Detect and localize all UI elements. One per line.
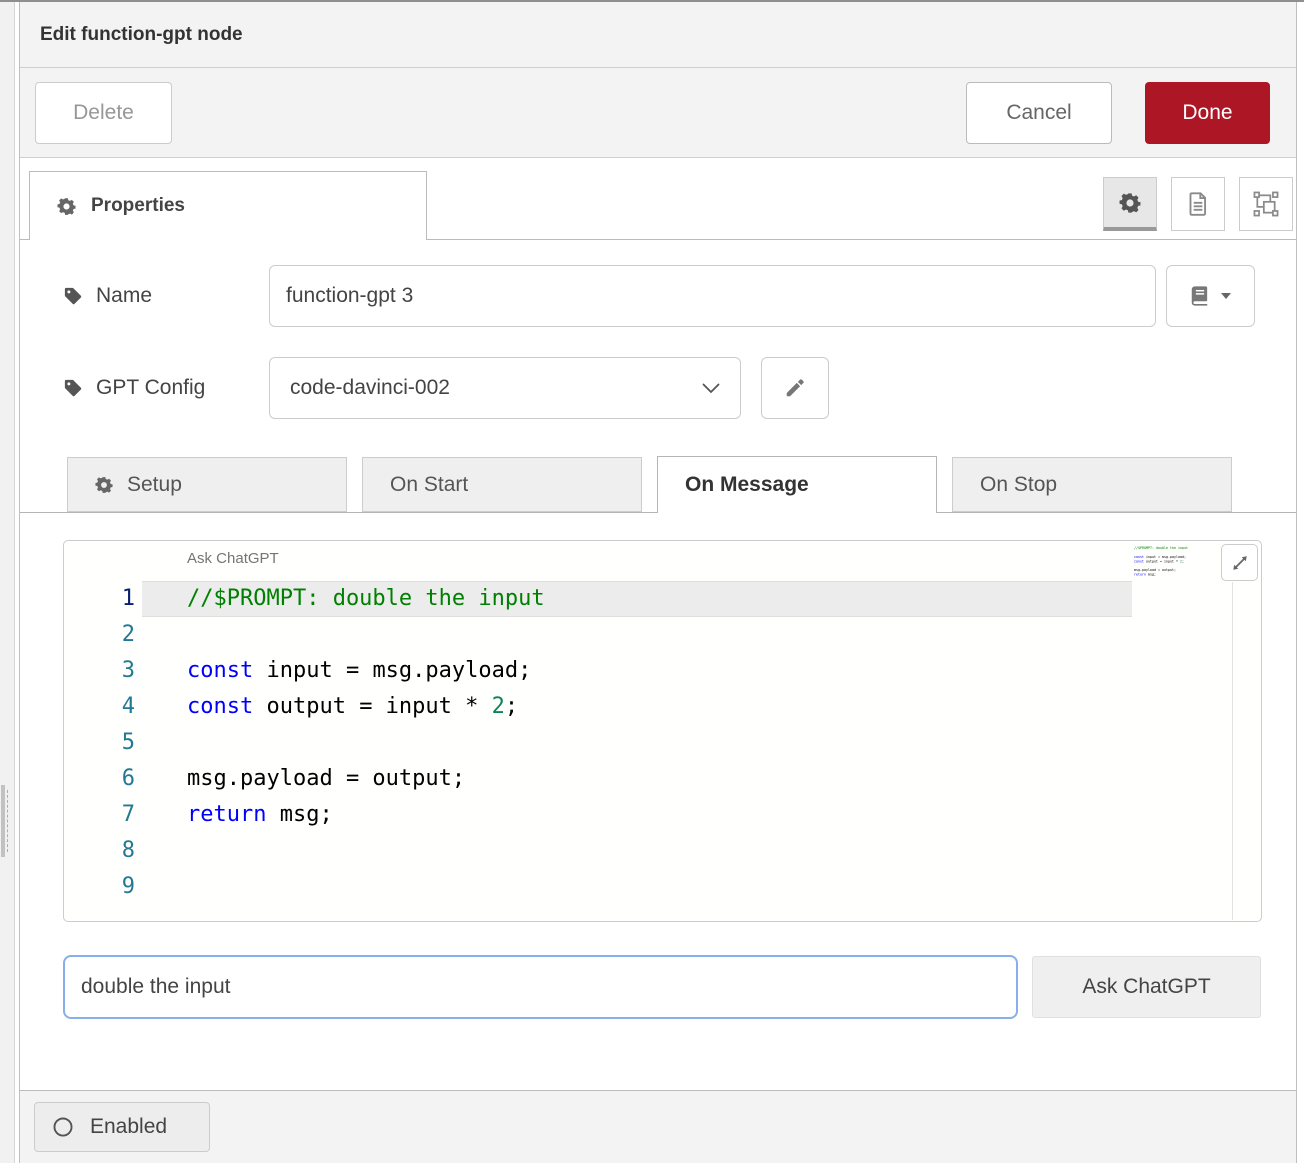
line-code: return msg; xyxy=(135,797,333,833)
tab-on-start-label: On Start xyxy=(390,473,468,497)
properties-tab-row: Properties xyxy=(20,158,1296,240)
name-field-row: Name xyxy=(63,265,1296,327)
line-code: //$PROMPT: double the input xyxy=(135,581,545,617)
line-number: 3 xyxy=(64,653,135,689)
line-code xyxy=(135,725,187,761)
tab-properties[interactable]: Properties xyxy=(29,171,427,240)
code-line-4[interactable]: 4const output = input * 2; xyxy=(64,689,1261,725)
edit-tray: Edit function-gpt node Delete Cancel Don… xyxy=(19,2,1297,1163)
gear-icon xyxy=(57,197,76,216)
tray-toolbar: Delete Cancel Done xyxy=(20,68,1296,158)
code-line-7[interactable]: 7return msg; xyxy=(64,797,1261,833)
workspace-edge xyxy=(0,2,15,1163)
chevron-down-icon xyxy=(702,383,720,394)
workspace-scrollbar[interactable] xyxy=(1,785,5,857)
gpt-config-selected-value: code-davinci-002 xyxy=(290,376,450,400)
tag-icon xyxy=(63,286,83,306)
edit-config-button[interactable] xyxy=(761,357,829,419)
appearance-button[interactable] xyxy=(1239,177,1293,231)
pencil-icon xyxy=(784,377,806,399)
codelens-ask-chatgpt[interactable]: Ask ChatGPT xyxy=(187,550,279,567)
group-selection-icon xyxy=(1253,191,1279,217)
done-button[interactable]: Done xyxy=(1145,82,1270,144)
function-tabs: Setup On Start On Message On Stop xyxy=(20,456,1296,513)
tab-on-message[interactable]: On Message xyxy=(657,456,937,513)
gear-icon xyxy=(95,476,113,494)
tab-on-stop-label: On Stop xyxy=(980,473,1057,497)
line-number: 7 xyxy=(64,797,135,833)
tab-setup-label: Setup xyxy=(127,473,182,497)
name-label: Name xyxy=(63,284,269,308)
line-number: 1 xyxy=(64,581,135,617)
edit-node-dialog: Edit function-gpt node Delete Cancel Don… xyxy=(0,0,1304,1163)
document-icon xyxy=(1186,191,1210,217)
library-button[interactable] xyxy=(1166,265,1255,327)
code-line-3[interactable]: 3const input = msg.payload; xyxy=(64,653,1261,689)
delete-button[interactable]: Delete xyxy=(35,82,172,144)
line-number: 4 xyxy=(64,689,135,725)
tab-on-start[interactable]: On Start xyxy=(362,457,642,512)
gpt-config-select[interactable]: code-davinci-002 xyxy=(269,357,741,419)
minimap-content: //$PROMPT: double the input const input … xyxy=(1134,546,1211,585)
properties-gear-button[interactable] xyxy=(1103,177,1157,231)
code-line-1[interactable]: 1//$PROMPT: double the input xyxy=(64,581,1261,617)
code-lines: 1//$PROMPT: double the input23const inpu… xyxy=(64,581,1261,905)
tray-body: Properties xyxy=(20,158,1296,1090)
name-label-text: Name xyxy=(96,284,152,308)
tray-header: Edit function-gpt node xyxy=(20,2,1296,68)
cancel-button[interactable]: Cancel xyxy=(966,82,1112,144)
prompt-row: Ask ChatGPT xyxy=(63,955,1296,1019)
enabled-label: Enabled xyxy=(90,1115,167,1139)
code-line-2[interactable]: 2 xyxy=(64,617,1261,653)
line-code: const input = msg.payload; xyxy=(135,653,531,689)
ask-chatgpt-button[interactable]: Ask ChatGPT xyxy=(1032,956,1261,1018)
line-code xyxy=(135,869,187,905)
enabled-toggle[interactable]: Enabled xyxy=(34,1102,210,1152)
line-code: msg.payload = output; xyxy=(135,761,465,797)
tab-on-message-label: On Message xyxy=(685,473,809,497)
code-line-8[interactable]: 8 xyxy=(64,833,1261,869)
line-code xyxy=(135,833,187,869)
gear-icon xyxy=(1119,192,1141,214)
caret-down-icon xyxy=(1220,292,1232,300)
tab-setup[interactable]: Setup xyxy=(67,457,347,512)
gpt-config-field-row: GPT Config code-davinci-002 xyxy=(63,357,1296,419)
line-number: 2 xyxy=(64,617,135,653)
name-input[interactable] xyxy=(269,265,1156,327)
line-number: 8 xyxy=(64,833,135,869)
code-line-6[interactable]: 6msg.payload = output; xyxy=(64,761,1261,797)
line-number: 9 xyxy=(64,869,135,905)
workspace-grid-line xyxy=(7,790,8,852)
tab-toolbar-buttons xyxy=(1103,177,1293,231)
tab-properties-label: Properties xyxy=(91,195,185,217)
tab-on-stop[interactable]: On Stop xyxy=(952,457,1232,512)
prompt-input[interactable] xyxy=(63,955,1018,1019)
editor-scroll-divider xyxy=(1232,582,1233,920)
gpt-config-label-text: GPT Config xyxy=(96,376,205,400)
tray-footer: Enabled xyxy=(20,1090,1296,1163)
line-code: const output = input * 2; xyxy=(135,689,518,725)
minimap[interactable]: //$PROMPT: double the input const input … xyxy=(1134,546,1212,598)
page-title: Edit function-gpt node xyxy=(40,24,243,46)
expand-editor-button[interactable] xyxy=(1221,544,1258,581)
line-code xyxy=(135,617,187,653)
tag-icon xyxy=(63,378,83,398)
code-editor[interactable]: Ask ChatGPT 1//$PROMPT: double the input… xyxy=(63,540,1262,922)
description-button[interactable] xyxy=(1171,177,1225,231)
code-line-9[interactable]: 9 xyxy=(64,869,1261,905)
expand-icon xyxy=(1231,554,1249,572)
gpt-config-label: GPT Config xyxy=(63,376,269,400)
line-number: 6 xyxy=(64,761,135,797)
line-number: 5 xyxy=(64,725,135,761)
circle-icon xyxy=(52,1116,74,1138)
code-line-5[interactable]: 5 xyxy=(64,725,1261,761)
book-icon xyxy=(1189,285,1211,307)
